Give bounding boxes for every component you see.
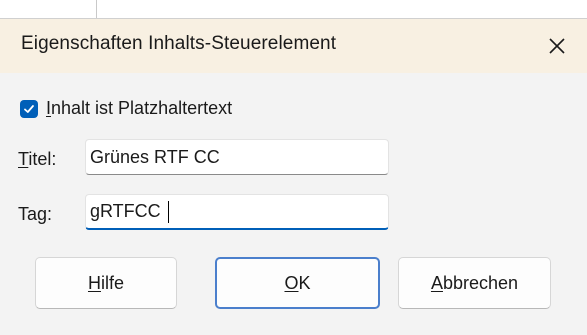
checkmark-icon [24,104,34,113]
dialog-titlebar[interactable]: Eigenschaften Inhalts-Steuerelement [0,19,587,73]
placeholder-text-option[interactable]: Inhalt ist Platzhaltertext [20,98,232,119]
tag-input[interactable] [85,194,389,230]
dialog-title: Eigenschaften Inhalts-Steuerelement [21,33,337,54]
background-window [0,0,587,18]
content-control-properties-dialog: Eigenschaften Inhalts-Steuerelement Inha… [0,18,587,335]
tag-label: Tag: [18,204,53,224]
placeholder-text-label: Inhalt ist Platzhaltertext [46,98,233,118]
text-cursor [168,201,169,223]
title-input[interactable] [85,139,389,175]
close-button[interactable] [527,19,587,73]
ok-button[interactable]: OK [215,257,380,309]
cancel-button[interactable]: Abbrechen [398,257,551,309]
close-icon [549,38,565,54]
screen: Eigenschaften Inhalts-Steuerelement Inha… [0,0,587,335]
background-divider [96,0,97,18]
title-label: Titel: [18,149,57,169]
placeholder-text-checkbox[interactable] [20,99,38,118]
help-button[interactable]: Hilfe [35,257,177,309]
